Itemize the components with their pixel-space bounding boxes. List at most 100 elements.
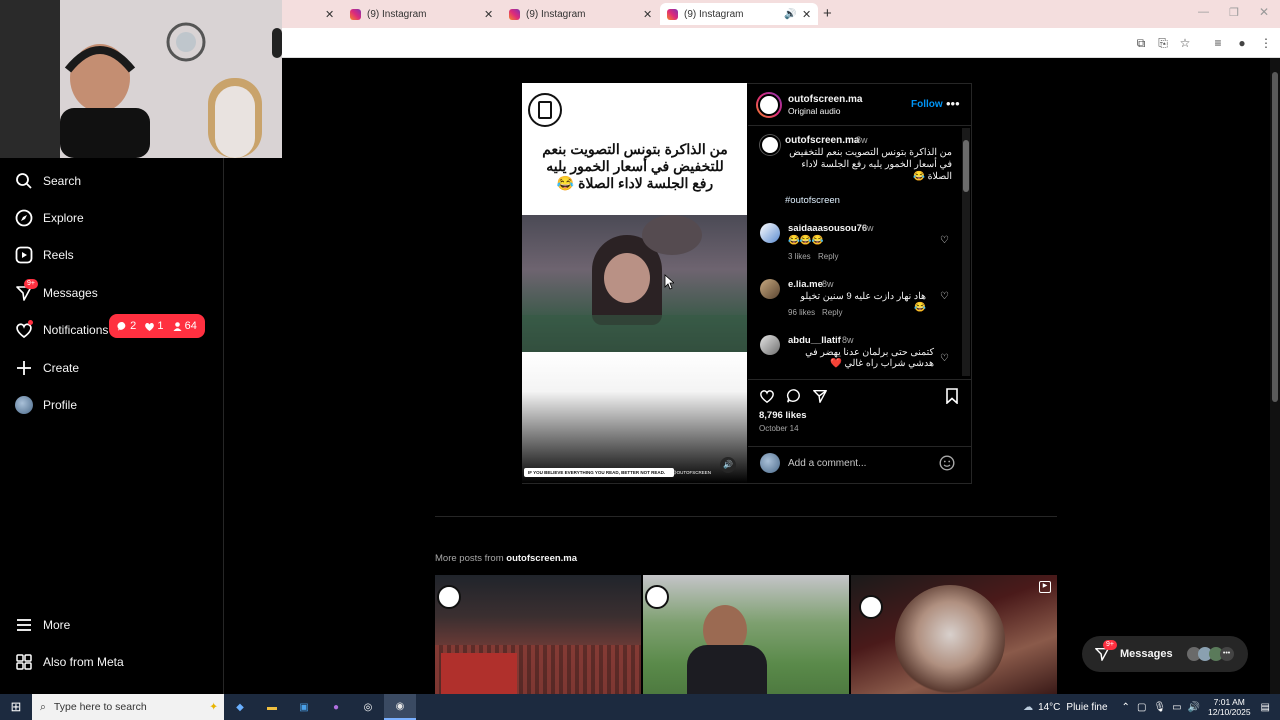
comment-avatar[interactable] [760,279,780,299]
comment-username[interactable]: abdu__llatif [788,335,841,346]
more-post-thumbnail[interactable] [435,575,641,694]
sidebar-item-profile[interactable]: Profile [14,390,77,420]
more-post-thumbnail[interactable]: ▶ [851,575,1057,694]
more-posts-heading: More posts from outofscreen.ma [435,553,577,564]
save-bookmark-icon[interactable] [945,388,959,404]
copilot-icon[interactable]: ◆ [224,702,256,713]
windows-start-icon[interactable]: ⊞ [0,699,32,715]
more-posts-username[interactable]: outofscreen.ma [506,553,577,564]
tab-title: (9) Instagram [367,8,427,20]
close-window-icon[interactable]: ✕ [1259,5,1269,19]
hashtag-link[interactable]: #outofscreen [785,195,840,206]
comment-like-icon[interactable]: ♡ [940,353,949,364]
notification-popup[interactable]: 2 1 64 [109,314,205,338]
more-post-thumbnail[interactable] [643,575,849,694]
mouse-cursor [664,274,674,290]
messages-floating-button[interactable]: 9+ Messages ••• [1082,636,1248,672]
caption-username[interactable]: outofscreen.ma [785,135,859,146]
browser-tab-active[interactable]: (9) Instagram 🔊 ✕ [660,3,818,25]
sidebar-item-messages[interactable]: 9+ Messages [14,278,98,308]
comment-likes[interactable]: 96 likes [788,308,815,317]
scrollbar-thumb[interactable] [1272,72,1278,402]
sidebar-item-more[interactable]: More [14,610,70,640]
reply-button[interactable]: Reply [818,252,838,261]
browser-menu-icon[interactable]: ⋮ [1258,35,1274,51]
like-icon[interactable] [759,388,775,404]
tab-close-icon[interactable]: ✕ [643,8,652,21]
app-icon[interactable]: ◎ [352,702,384,713]
bookmark-star-icon[interactable]: ☆ [1177,35,1193,51]
sidebar-item-reels[interactable]: Reels [14,240,74,270]
comment-like-icon[interactable]: ♡ [940,235,949,246]
taskbar-search-box[interactable]: ⌕ Type here to search ✦ [32,694,224,720]
tray-app-icon[interactable]: ▢ [1137,702,1146,713]
notification-dot [28,320,33,325]
app-icon[interactable]: ● [320,702,352,713]
sidebar-item-explore[interactable]: Explore [14,203,84,233]
comment-avatar[interactable] [760,223,780,243]
tab-close-icon[interactable]: ✕ [802,8,811,21]
messages-badge: 9+ [24,279,38,289]
address-bar[interactable] [282,28,1280,58]
messenger-icon: 9+ [1094,640,1117,662]
tray-chevron-icon[interactable]: ⌃ [1122,702,1130,713]
sidebar-item-also-from-meta[interactable]: Also from Meta [14,647,124,677]
notification-center-icon[interactable]: ▤ [1261,702,1270,713]
follow-button[interactable]: Follow [911,99,943,110]
video-fade [522,352,747,483]
caption-avatar[interactable] [760,135,780,155]
store-icon[interactable]: ▣ [288,702,320,713]
likes-count[interactable]: 8,796 likes [759,410,807,421]
browser-tab[interactable]: (9) Instagram ✕ [344,3,494,25]
author-username[interactable]: outofscreen.ma [788,94,862,105]
browser-tab[interactable]: (9) Instagram ✕ [503,3,653,25]
author-avatar[interactable] [756,92,782,118]
sidebar-item-label: Also from Meta [43,655,124,669]
speaker-icon[interactable]: 🔊 [784,9,796,20]
file-explorer-icon[interactable]: ▬ [256,702,288,713]
more-options-icon[interactable]: ••• [946,96,960,111]
sidebar-item-search[interactable]: Search [14,166,81,196]
truck-shape [441,653,517,694]
comment-likes[interactable]: 3 likes [788,252,811,261]
reading-list-icon[interactable]: ≡ [1210,35,1226,51]
microphone-icon[interactable]: 🎙 [1153,702,1166,713]
post-media[interactable]: من الذاكرة بتونس التصويت بنعم للتخفيض في… [522,83,747,483]
sidebar-item-create[interactable]: Create [14,353,79,383]
translate-icon[interactable]: ⧉ [1133,35,1149,51]
comments-scrollbar[interactable] [962,128,970,376]
add-comment-input[interactable]: Add a comment... [788,458,866,469]
comment-username[interactable]: saidaaasousou76 [788,223,867,234]
chrome-icon[interactable]: ◉ [384,694,416,720]
comment-like-icon[interactable]: ♡ [940,291,949,302]
audio-toggle-icon[interactable]: 🔊 [720,457,736,473]
tab-close-icon[interactable]: ✕ [325,8,334,21]
volume-icon[interactable]: 🔊 [1188,702,1200,713]
reply-button[interactable]: Reply [822,308,842,317]
comment-icon[interactable] [786,388,802,404]
page-scrollbar[interactable] [1270,58,1280,694]
weather-widget[interactable]: ☁ 14°C Pluie fine [1023,702,1107,713]
messages-badge: 9+ [1103,640,1117,650]
audio-label[interactable]: Original audio [788,106,840,116]
profile-icon[interactable]: ● [1234,35,1250,51]
channel-logo [437,585,461,609]
clock-time: 7:01 AM [1213,697,1245,707]
weather-temp: 14°C [1038,701,1061,713]
minimize-icon[interactable]: — [1198,6,1209,18]
scrollbar-thumb[interactable] [963,140,969,192]
clock[interactable]: 7:01 AM 12/10/2025 [1208,697,1251,717]
comment-time: 8w [822,279,834,289]
maximize-icon[interactable]: ❐ [1229,6,1239,19]
tab-close-icon[interactable]: ✕ [484,8,493,21]
comment-avatar[interactable] [760,335,780,355]
comment-username[interactable]: e.lia.me [788,279,823,290]
sidebar-item-notifications[interactable]: Notifications [14,315,108,345]
share-icon[interactable] [812,388,828,404]
install-icon[interactable]: ⎘ [1155,35,1171,51]
cloud-icon: ☁ [1023,701,1034,713]
new-tab-icon[interactable]: + [823,5,832,22]
network-icon[interactable]: ▭ [1172,702,1181,713]
emoji-icon[interactable] [939,455,955,471]
sparkle-icon: ✦ [209,701,218,713]
